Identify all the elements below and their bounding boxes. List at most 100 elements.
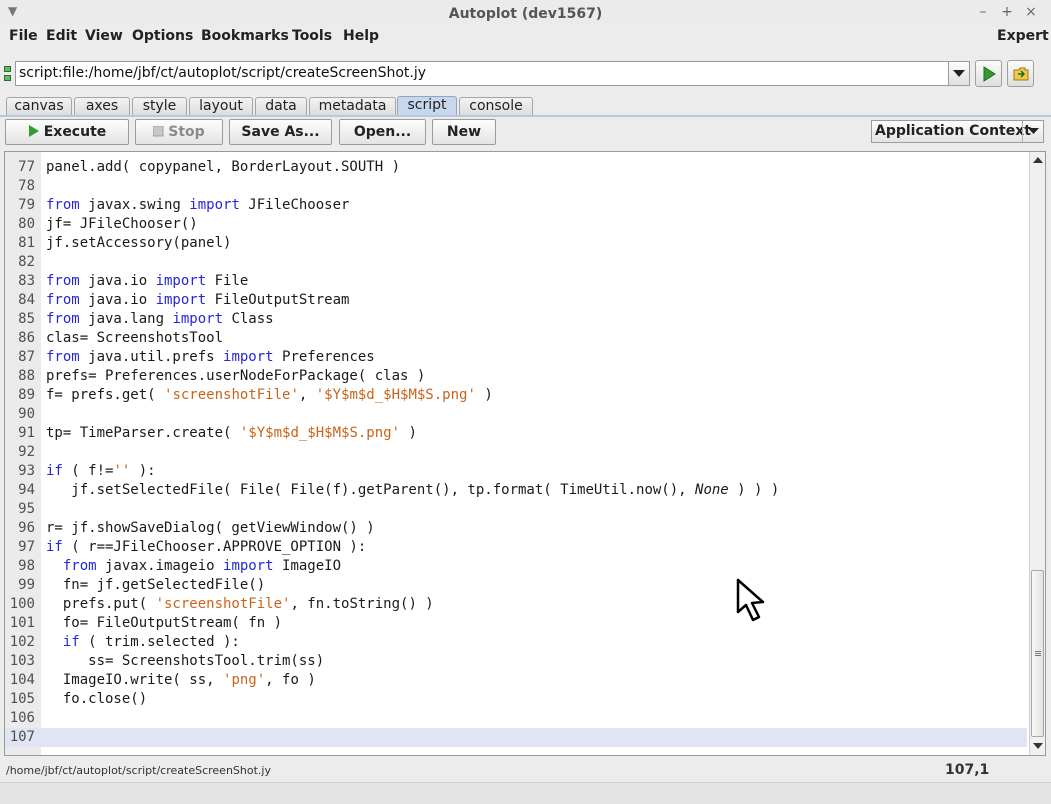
code-line[interactable]: 104 ImageIO.write( ss, 'png', fo )	[5, 671, 1027, 690]
code-line[interactable]: 105 fo.close()	[5, 690, 1027, 709]
tab-metadata[interactable]: metadata	[309, 97, 396, 116]
status-file-path: /home/jbf/ct/autoplot/script/createScree…	[6, 764, 271, 777]
line-text: fn= jf.getSelectedFile()	[46, 577, 266, 593]
tab-script[interactable]: script	[397, 96, 457, 116]
window-titlebar: ▼ Autoplot (dev1567) – + ×	[0, 0, 1051, 28]
code-line[interactable]: 86 clas= ScreenshotsTool	[5, 329, 1027, 348]
line-text: f= prefs.get( 'screenshotFile', '$Y$m$d_…	[46, 387, 493, 403]
maximize-button[interactable]: +	[998, 4, 1016, 20]
stop-icon	[153, 126, 164, 137]
line-number: 100	[9, 596, 35, 612]
code-line[interactable]: 100 prefs.put( 'screenshotFile', fn.toSt…	[5, 595, 1027, 614]
code-line[interactable]: 84 from java.io import FileOutputStream	[5, 291, 1027, 310]
code-line[interactable]: 95	[5, 500, 1027, 519]
menu-file[interactable]: File	[9, 27, 38, 45]
line-text: from java.io import File	[46, 273, 249, 289]
menu-bookmarks[interactable]: Bookmarks	[201, 27, 289, 45]
mouse-pointer-icon	[736, 578, 765, 622]
line-text: clas= ScreenshotsTool	[46, 330, 224, 346]
address-dropdown-button[interactable]	[949, 61, 970, 86]
minimize-button[interactable]: –	[974, 4, 992, 20]
context-dropdown-button[interactable]	[1022, 121, 1043, 142]
code-line[interactable]: 79 from javax.swing import JFileChooser	[5, 196, 1027, 215]
stop-button[interactable]: Stop	[135, 119, 223, 145]
open-button[interactable]: Open...	[339, 119, 426, 145]
code-line[interactable]: 96 r= jf.showSaveDialog( getViewWindow() …	[5, 519, 1027, 538]
code-line[interactable]: 89 f= prefs.get( 'screenshotFile', '$Y$m$…	[5, 386, 1027, 405]
code-area[interactable]: 7677 panel.add( copypanel, BorderLayout.S…	[5, 152, 1027, 747]
line-number: 85	[18, 311, 35, 327]
code-line[interactable]: 78	[5, 177, 1027, 196]
dataset-dots-icon[interactable]	[4, 63, 12, 83]
tab-data[interactable]: data	[255, 97, 307, 116]
line-number: 78	[18, 178, 35, 194]
line-number: 106	[9, 710, 35, 726]
context-select[interactable]: Application Context	[871, 120, 1044, 143]
tab-canvas[interactable]: canvas	[6, 97, 72, 116]
line-text: prefs.put( 'screenshotFile', fn.toString…	[46, 596, 434, 612]
code-line[interactable]: 94 jf.setSelectedFile( File( File(f).get…	[5, 481, 1027, 500]
code-line[interactable]: 77 panel.add( copypanel, BorderLayout.SOU…	[5, 158, 1027, 177]
script-toolbar: Execute Stop Save As... Open... New Appl…	[0, 118, 1051, 148]
execute-button[interactable]: Execute	[5, 119, 129, 145]
scroll-up-icon[interactable]	[1033, 156, 1043, 163]
plot-go-button[interactable]	[975, 60, 1002, 87]
scroll-down-icon[interactable]	[1033, 743, 1043, 750]
code-line[interactable]: 91 tp= TimeParser.create( '$Y$m$d_$H$M$S.…	[5, 424, 1027, 443]
line-number: 98	[18, 558, 35, 574]
code-line[interactable]: 80 jf= JFileChooser()	[5, 215, 1027, 234]
vertical-scrollbar[interactable]	[1029, 152, 1045, 755]
line-text: prefs= Preferences.userNodeForPackage( c…	[46, 368, 426, 384]
line-number: 77	[18, 159, 35, 175]
line-text: if ( r==JFileChooser.APPROVE_OPTION ):	[46, 539, 367, 555]
save-as-button[interactable]: Save As...	[229, 119, 332, 145]
data-address-input[interactable]: script:file:/home/jbf/ct/autoplot/script…	[15, 61, 949, 86]
menu-view[interactable]: View	[85, 27, 123, 45]
code-line[interactable]: 103 ss= ScreenshotsTool.trim(ss)	[5, 652, 1027, 671]
menu-help[interactable]: Help	[343, 27, 379, 45]
new-button[interactable]: New	[432, 119, 496, 145]
menu-tools[interactable]: Tools	[292, 27, 332, 45]
scrollbar-thumb[interactable]	[1031, 570, 1044, 737]
line-number: 94	[18, 482, 35, 498]
line-number: 102	[9, 634, 35, 650]
code-line[interactable]: 93 if ( f!='' ):	[5, 462, 1027, 481]
close-button[interactable]: ×	[1022, 4, 1040, 20]
code-line[interactable]: 106	[5, 709, 1027, 728]
code-line[interactable]: 90	[5, 405, 1027, 424]
code-line[interactable]: 83 from java.io import File	[5, 272, 1027, 291]
menu-options[interactable]: Options	[132, 27, 193, 45]
context-select-value: Application Context	[875, 123, 1031, 139]
browse-file-button[interactable]	[1007, 60, 1034, 87]
code-line[interactable]: 92	[5, 443, 1027, 462]
code-line[interactable]: 97 if ( r==JFileChooser.APPROVE_OPTION ):	[5, 538, 1027, 557]
line-text: from java.util.prefs import Preferences	[46, 349, 375, 365]
code-line[interactable]: 101 fo= FileOutputStream( fn )	[5, 614, 1027, 633]
line-number: 95	[18, 501, 35, 517]
menu-edit[interactable]: Edit	[46, 27, 77, 45]
code-line[interactable]: 76	[5, 152, 1027, 158]
line-number: 107	[9, 729, 35, 745]
tab-axes[interactable]: axes	[74, 97, 130, 116]
line-text: from javax.imageio import ImageIO	[62, 558, 342, 574]
tab-style[interactable]: style	[132, 97, 187, 116]
code-line[interactable]: 102 if ( trim.selected ):	[5, 633, 1027, 652]
line-number: 97	[18, 539, 35, 555]
window-bottom-edge	[0, 782, 1051, 804]
code-line[interactable]: 81 jf.setAccessory(panel)	[5, 234, 1027, 253]
line-text: from java.io import FileOutputStream	[46, 292, 350, 308]
code-line[interactable]: 99 fn= jf.getSelectedFile()	[5, 576, 1027, 595]
code-line[interactable]: 98 from javax.imageio import ImageIO	[5, 557, 1027, 576]
menu-expert[interactable]: Expert	[997, 27, 1049, 45]
dropdown-arrow-icon	[953, 70, 965, 77]
code-line[interactable]: 107	[5, 728, 1027, 747]
code-line[interactable]: 82	[5, 253, 1027, 272]
tab-layout[interactable]: layout	[189, 97, 253, 116]
line-text: r= jf.showSaveDialog( getViewWindow() )	[46, 520, 375, 536]
code-line[interactable]: 85 from java.lang import Class	[5, 310, 1027, 329]
tab-console[interactable]: console	[459, 97, 533, 116]
code-line[interactable]: 88 prefs= Preferences.userNodeForPackage(…	[5, 367, 1027, 386]
code-line[interactable]: 87 from java.util.prefs import Preference…	[5, 348, 1027, 367]
script-editor[interactable]: 7677 panel.add( copypanel, BorderLayout.S…	[4, 151, 1046, 756]
line-text: panel.add( copypanel, BorderLayout.SOUTH…	[46, 159, 401, 175]
